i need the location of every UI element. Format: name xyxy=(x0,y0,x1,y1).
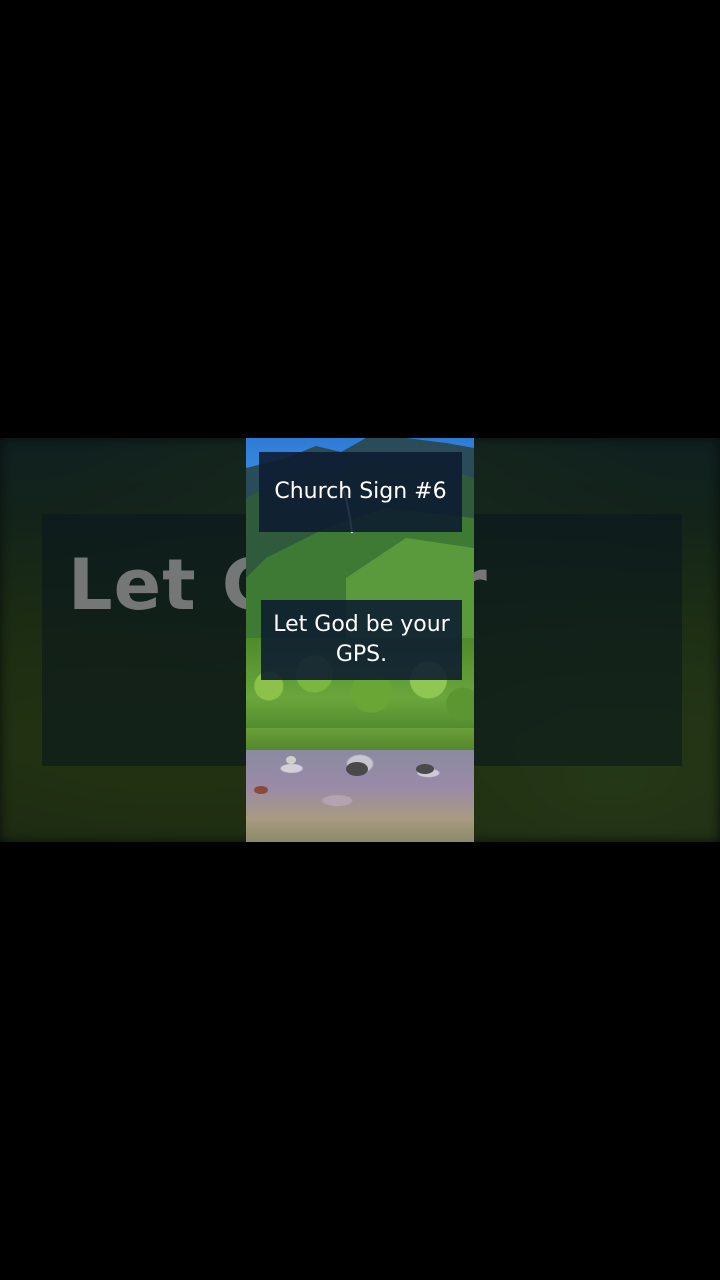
rock xyxy=(286,756,296,764)
rock xyxy=(346,762,368,776)
caption-body: Let God be your GPS. xyxy=(261,600,462,680)
caption-title: Church Sign #6 xyxy=(259,452,462,532)
rock xyxy=(416,764,434,774)
rock xyxy=(254,786,268,794)
